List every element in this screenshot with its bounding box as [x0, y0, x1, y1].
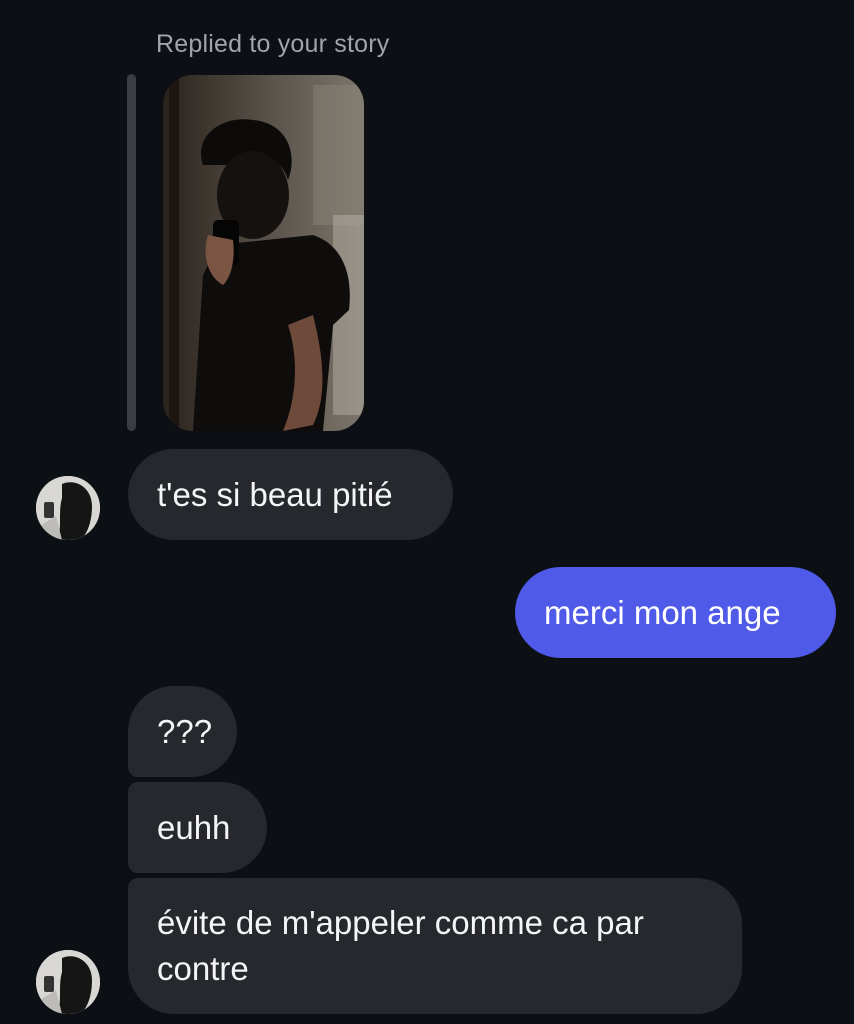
message-text: t'es si beau pitié: [157, 475, 393, 513]
message-text: évite de m'appeler comme ca par contre: [157, 904, 644, 987]
story-photo-icon: [163, 75, 364, 431]
story-reply-label: Replied to your story: [156, 30, 390, 58]
contact-avatar[interactable]: [36, 476, 100, 540]
avatar-photo-icon: [36, 476, 100, 540]
message-bubble-outgoing[interactable]: merci mon ange: [515, 567, 836, 658]
contact-avatar[interactable]: [36, 950, 100, 1014]
message-bubble-incoming[interactable]: t'es si beau pitié: [128, 449, 453, 540]
reply-quote-bar: [127, 74, 136, 431]
avatar-photo-icon: [36, 950, 100, 1014]
story-thumbnail[interactable]: [163, 75, 364, 431]
message-text: euhh: [157, 808, 231, 846]
message-text: ???: [157, 712, 213, 750]
message-bubble-incoming[interactable]: ???: [128, 686, 237, 777]
chat-thread: Replied to your story t'es si beau pitié…: [0, 0, 854, 1024]
message-text: merci mon ange: [544, 593, 781, 631]
message-bubble-incoming[interactable]: euhh: [128, 782, 267, 873]
message-bubble-incoming[interactable]: évite de m'appeler comme ca par contre: [128, 878, 742, 1014]
